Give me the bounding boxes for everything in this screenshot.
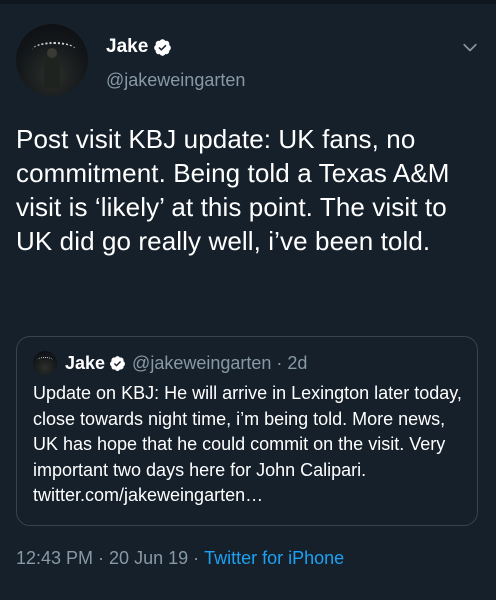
quoted-timestamp: 2d <box>287 352 308 373</box>
author-display-name[interactable]: Jake <box>106 36 148 58</box>
verified-badge-icon <box>110 355 125 371</box>
quoted-author-handle: @jakeweingarten <box>132 352 272 373</box>
quoted-tweet-header: Jake @jakeweingarten · 2d <box>33 351 307 375</box>
top-divider <box>0 0 496 4</box>
meta-separator: · <box>193 548 200 568</box>
verified-badge-icon <box>154 38 172 56</box>
tweet-body-text: Post visit KBJ update: UK fans, no commi… <box>16 124 450 256</box>
quoted-tweet-card[interactable]: Jake @jakeweingarten · 2d Update on KBJ:… <box>16 336 478 526</box>
quoted-tweet-text: Update on KBJ: He will arrive in Lexingt… <box>33 383 462 505</box>
author-handle[interactable]: @jakeweingarten <box>106 70 245 91</box>
tweet-header: Jake @jakeweingarten <box>16 24 480 104</box>
author-name-row[interactable]: Jake <box>106 36 172 58</box>
quoted-author-name: Jake <box>65 352 106 373</box>
tweet-date: 20 Jun 19 <box>109 548 189 568</box>
meta-separator: · <box>98 548 105 568</box>
author-avatar[interactable] <box>16 24 88 96</box>
quoted-separator: · <box>276 352 283 373</box>
quoted-author-avatar <box>33 351 57 375</box>
tweet-time: 12:43 PM <box>16 548 94 568</box>
tweet-meta: 12:43 PM · 20 Jun 19 · Twitter for iPhon… <box>16 548 344 569</box>
chevron-down-icon[interactable] <box>460 38 480 58</box>
tweet-source-link[interactable]: Twitter for iPhone <box>204 548 344 569</box>
